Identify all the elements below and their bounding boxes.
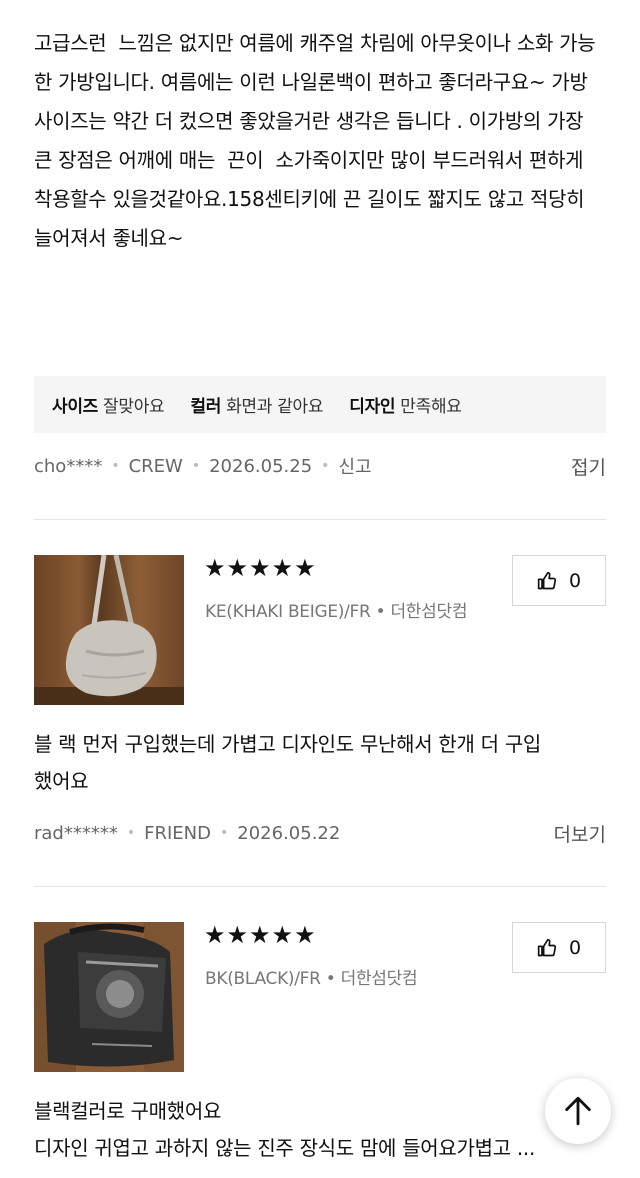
- reviewer-id: rad******: [34, 822, 118, 844]
- attribute-color: 컬러 화면과 같아요: [190, 397, 324, 417]
- thumbs-up-icon: [537, 571, 557, 589]
- collapse-button[interactable]: 접기: [571, 453, 606, 480]
- divider: [34, 519, 606, 520]
- review-photo-khaki-bag[interactable]: [34, 555, 184, 705]
- review-text: 블 랙 먼저 구입했는데 가볍고 디자인도 무난해서 한개 더 구입 했어요: [34, 732, 542, 793]
- membership-level: CREW: [128, 455, 183, 477]
- like-button[interactable]: 0: [512, 555, 606, 606]
- expand-button[interactable]: 더보기: [554, 820, 606, 847]
- bag-photo-illustration: [34, 922, 184, 1072]
- like-count: 0: [568, 936, 582, 959]
- attribute-design: 디자인 만족해요: [349, 397, 462, 417]
- meta-separator: •: [111, 458, 120, 474]
- reviewer-id: cho****: [34, 455, 103, 477]
- membership-level: FRIEND: [144, 822, 211, 844]
- meta-separator: •: [191, 458, 201, 474]
- star-rating: ★★★★★: [204, 921, 317, 949]
- product-option: BK(BLACK)/FR • 더한섬닷컴: [205, 969, 418, 989]
- divider: [34, 886, 606, 887]
- review-meta: cho**** • CREW • 2026.05.25 • 신고 접기: [34, 451, 606, 481]
- review-text: 블랙컬러로 구매했어요 디자인 귀엽고 과하지 않는 진주 장식도 맘에 들어요…: [34, 1099, 536, 1160]
- meta-separator: •: [220, 825, 229, 841]
- report-link[interactable]: 신고: [338, 453, 371, 479]
- review-text: 고급스런 느낌은 없지만 여름에 캐주얼 차림에 아무옷이나 소화 가능한 가방…: [34, 31, 600, 250]
- attribute-size: 사이즈 잘맞아요: [52, 397, 165, 417]
- thumbs-up-icon: [537, 938, 557, 956]
- like-count: 0: [568, 569, 582, 592]
- star-rating: ★★★★★: [204, 554, 317, 582]
- meta-separator: •: [321, 458, 330, 474]
- product-option: KE(KHAKI BEIGE)/FR • 더한섬닷컴: [205, 602, 468, 622]
- review-meta: rad****** • FRIEND • 2026.05.22 더보기: [34, 818, 606, 848]
- review-date: 2026.05.25: [209, 455, 313, 477]
- bag-photo-illustration: [34, 555, 184, 705]
- arrow-up-icon: [565, 1096, 591, 1126]
- review-photo-black-bag[interactable]: [34, 922, 184, 1072]
- meta-separator: •: [126, 825, 136, 841]
- like-button[interactable]: 0: [512, 922, 606, 973]
- review-date: 2026.05.22: [237, 822, 341, 844]
- review-attributes: 사이즈 잘맞아요 컬러 화면과 같아요 디자인 만족해요: [34, 376, 606, 433]
- scroll-top-button[interactable]: [545, 1078, 611, 1144]
